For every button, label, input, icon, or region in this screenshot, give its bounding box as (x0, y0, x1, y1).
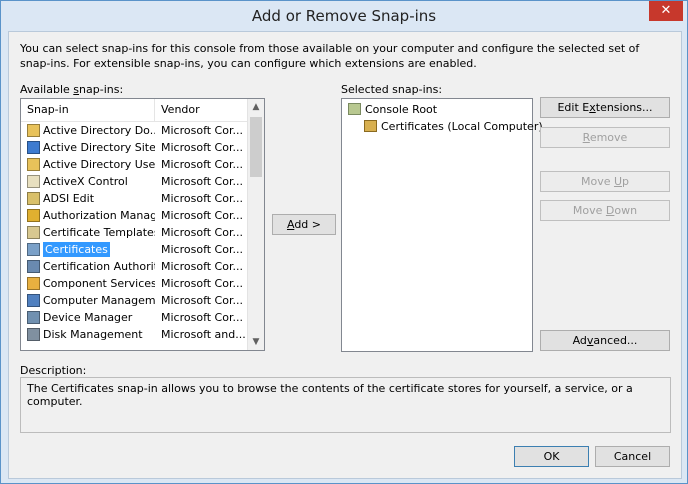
close-icon: ✕ (660, 3, 672, 18)
adsi-edit-icon (27, 192, 40, 205)
snapin-name: Active Directory Site... (43, 141, 155, 154)
snapin-vendor: Microsoft and... (161, 328, 245, 341)
ok-button[interactable]: OK (514, 446, 589, 467)
snapin-name: Active Directory Do... (43, 124, 155, 137)
device-manager-icon (27, 311, 40, 324)
list-item[interactable]: Disk Management Microsoft and... (21, 326, 247, 343)
authorization-icon (27, 209, 40, 222)
snapin-vendor: Microsoft Cor... (161, 175, 243, 188)
add-button[interactable]: Add > (272, 214, 336, 235)
available-snapins-label: Available snap-ins: (20, 83, 124, 96)
list-item[interactable]: Certification Authority Microsoft Cor... (21, 258, 247, 275)
list-item[interactable]: Component Services Microsoft Cor... (21, 275, 247, 292)
snapin-vendor: Microsoft Cor... (161, 209, 243, 222)
snapin-vendor: Microsoft Cor... (161, 141, 243, 154)
list-item[interactable]: Certificate Templates Microsoft Cor... (21, 224, 247, 241)
disk-management-icon (27, 328, 40, 341)
snapin-vendor: Microsoft Cor... (161, 277, 243, 290)
folder-icon (27, 124, 40, 137)
snapin-name: Active Directory Use... (43, 158, 155, 171)
scroll-thumb[interactable] (250, 117, 262, 177)
list-item[interactable]: ActiveX Control Microsoft Cor... (21, 173, 247, 190)
vertical-scrollbar[interactable]: ▲ ▼ (247, 99, 264, 350)
sites-icon (27, 141, 40, 154)
list-item[interactable]: Authorization Manager Microsoft Cor... (21, 207, 247, 224)
snapin-name: Certificate Templates (43, 226, 155, 239)
dialog-client-area: You can select snap-ins for this console… (8, 31, 682, 479)
list-item[interactable]: Active Directory Site... Microsoft Cor... (21, 139, 247, 156)
scroll-down-icon[interactable]: ▼ (248, 334, 264, 350)
dialog-window: Add or Remove Snap-ins ✕ You can select … (0, 0, 688, 484)
close-button[interactable]: ✕ (649, 1, 683, 21)
list-item[interactable]: Computer Managem... Microsoft Cor... (21, 292, 247, 309)
snapin-vendor: Microsoft Cor... (161, 124, 243, 137)
move-down-button[interactable]: Move Down (540, 200, 670, 221)
snapin-name: Disk Management (43, 328, 143, 341)
edit-extensions-button[interactable]: Edit Extensions... (540, 97, 670, 118)
snapin-name: Component Services (43, 277, 155, 290)
column-header-snapin[interactable]: Snap-in (21, 99, 155, 121)
selected-snapins-label: Selected snap-ins: (341, 83, 443, 96)
snapin-rows: Active Directory Do... Microsoft Cor... Ac… (21, 122, 247, 344)
remove-button[interactable]: Remove (540, 127, 670, 148)
description-box: The Certificates snap-in allows you to b… (20, 377, 671, 433)
snapin-name: Authorization Manager (43, 209, 155, 222)
snapin-name: ActiveX Control (43, 175, 128, 188)
list-header: Snap-in Vendor (21, 99, 247, 122)
column-header-vendor[interactable]: Vendor (155, 99, 247, 121)
move-up-button[interactable]: Move Up (540, 171, 670, 192)
snapin-name: Device Manager (43, 311, 133, 324)
window-title: Add or Remove Snap-ins (251, 7, 437, 25)
advanced-button[interactable]: Advanced... (540, 330, 670, 351)
cancel-button[interactable]: Cancel (595, 446, 670, 467)
snapin-name: DNS (43, 343, 155, 344)
snapin-vendor: Microsoft Cor... (161, 192, 243, 205)
snapin-vendor: Microsoft Cor... (161, 343, 245, 344)
console-root-folder-icon (348, 103, 361, 115)
component-services-icon (27, 277, 40, 290)
snapin-name: ADSI Edit (43, 192, 95, 205)
snapin-name: Certification Authority (43, 260, 155, 273)
certificates-icon (364, 120, 377, 132)
list-item[interactable]: DNS Microsoft Cor... (21, 343, 247, 344)
activex-icon (27, 175, 40, 188)
certification-authority-icon (27, 260, 40, 273)
list-item[interactable]: ADSI Edit Microsoft Cor... (21, 190, 247, 207)
list-item[interactable]: Device Manager Microsoft Cor... (21, 309, 247, 326)
snapin-vendor: Microsoft Cor... (161, 294, 243, 307)
list-item[interactable]: Certificates Microsoft Cor... (21, 241, 247, 258)
certificates-icon (27, 243, 40, 256)
list-item[interactable]: Active Directory Do... Microsoft Cor... (21, 122, 247, 139)
snapin-vendor: Microsoft Cor... (161, 226, 243, 239)
snapin-vendor: Microsoft Cor... (161, 260, 243, 273)
scroll-up-icon[interactable]: ▲ (248, 99, 264, 115)
description-text: The Certificates snap-in allows you to b… (27, 382, 633, 408)
snapin-vendor: Microsoft Cor... (161, 158, 243, 171)
snapin-vendor: Microsoft Cor... (161, 243, 243, 256)
description-label: Description: (20, 364, 87, 377)
snapin-name: Certificates (43, 242, 110, 257)
certificate-templates-icon (27, 226, 40, 239)
list-item[interactable]: Active Directory Use... Microsoft Cor... (21, 156, 247, 173)
available-snapins-list[interactable]: Snap-in Vendor Active Directory Do... Mic… (20, 98, 265, 351)
intro-text: You can select snap-ins for this console… (20, 42, 640, 70)
snapin-name: Computer Managem... (43, 294, 155, 307)
computer-management-icon (27, 294, 40, 307)
selected-snapins-tree[interactable]: Console Root Certificates (Local Compute… (341, 98, 543, 352)
title-bar[interactable]: Add or Remove Snap-ins ✕ (1, 1, 687, 31)
snapin-vendor: Microsoft Cor... (161, 311, 243, 324)
users-folder-icon (27, 158, 40, 171)
